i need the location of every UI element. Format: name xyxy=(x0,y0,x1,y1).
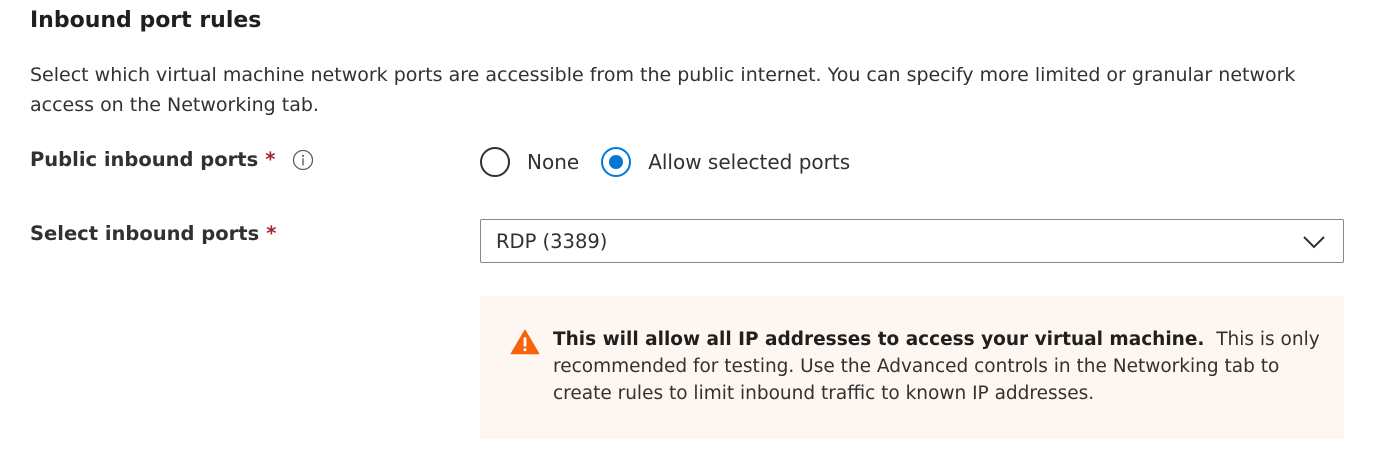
chevron-down-icon[interactable] xyxy=(1301,233,1327,251)
info-icon[interactable] xyxy=(292,149,314,171)
select-inbound-ports-label: Select inbound ports * xyxy=(30,222,276,245)
warning-icon xyxy=(510,329,540,355)
required-marker: * xyxy=(265,148,276,171)
radio-button-none[interactable] xyxy=(480,147,510,177)
select-inbound-ports-dropdown[interactable]: RDP (3389) xyxy=(480,219,1344,263)
radio-option-allow-selected-ports[interactable]: Allow selected ports xyxy=(601,147,850,177)
warning-text: This will allow all IP addresses to acce… xyxy=(553,326,1323,407)
section-description: Select which virtual machine network por… xyxy=(30,64,1296,116)
radio-button-allow-selected-ports[interactable] xyxy=(601,147,632,177)
public-inbound-ports-label-text: Public inbound ports xyxy=(30,148,259,171)
radio-selected-dot xyxy=(609,155,624,169)
warning-bold-text: This will allow all IP addresses to acce… xyxy=(553,329,1205,350)
section-title: Inbound port rules xyxy=(30,8,262,33)
public-inbound-ports-radio-group: None Allow selected ports xyxy=(480,144,872,180)
public-inbound-ports-label: Public inbound ports * xyxy=(30,148,314,171)
dropdown-selected-value: RDP (3389) xyxy=(496,229,608,253)
warning-message-box: This will allow all IP addresses to acce… xyxy=(480,296,1344,439)
radio-label-allow-selected-ports: Allow selected ports xyxy=(648,150,851,174)
required-marker: * xyxy=(266,222,277,245)
select-inbound-ports-label-text: Select inbound ports xyxy=(30,222,260,245)
radio-label-none: None xyxy=(527,150,580,174)
radio-option-none[interactable]: None xyxy=(480,147,579,177)
